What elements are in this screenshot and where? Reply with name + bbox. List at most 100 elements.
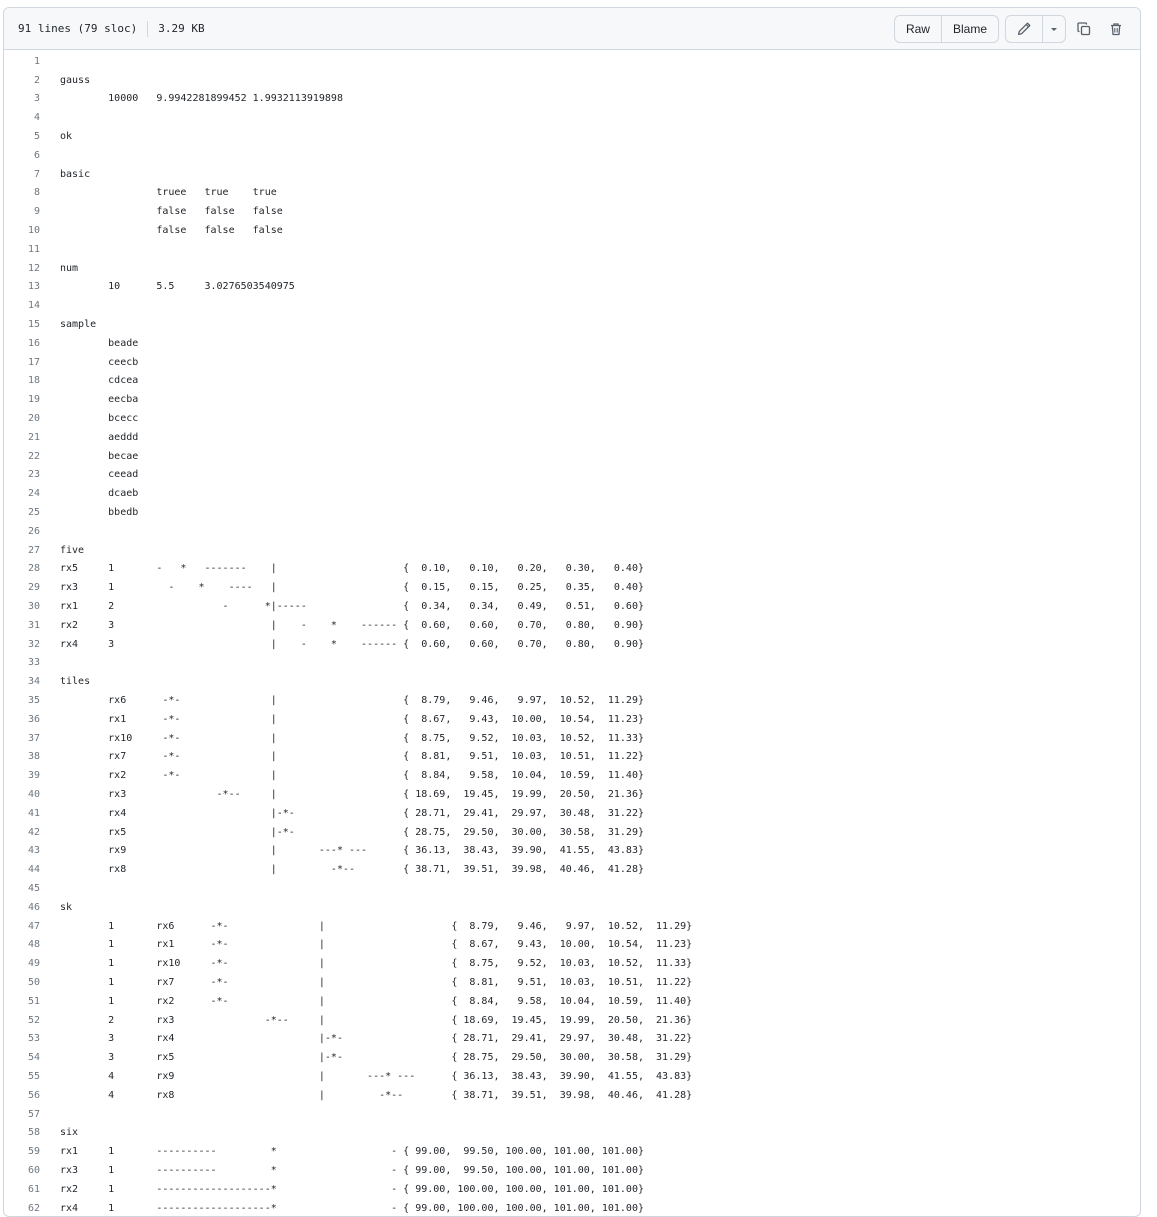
copy-button[interactable] xyxy=(1070,15,1098,43)
line-content: basic xyxy=(60,168,91,180)
line-content: dcaeb xyxy=(60,488,139,500)
line-number[interactable]: 36 xyxy=(4,714,40,725)
line-number[interactable]: 29 xyxy=(4,582,40,593)
line-number[interactable]: 18 xyxy=(4,375,40,386)
line-number[interactable]: 37 xyxy=(4,733,40,744)
code-line: 40 rx3 -*-- | { 18.69, 19.45, 19.99, 20.… xyxy=(4,785,1140,804)
line-number[interactable]: 20 xyxy=(4,413,40,424)
line-number[interactable]: 7 xyxy=(4,169,40,180)
line-number[interactable]: 23 xyxy=(4,469,40,480)
line-number[interactable]: 9 xyxy=(4,206,40,217)
meta-divider xyxy=(147,20,149,37)
line-number[interactable]: 26 xyxy=(4,526,40,537)
line-number[interactable]: 32 xyxy=(4,639,40,650)
line-content: eecba xyxy=(60,394,139,406)
line-number[interactable]: 16 xyxy=(4,338,40,349)
code-line: 20 bcecc xyxy=(4,409,1140,428)
line-number[interactable]: 42 xyxy=(4,827,40,838)
code-line: 48 1 rx1 -*- | { 8.67, 9.43, 10.00, 10.5… xyxy=(4,935,1140,954)
line-number[interactable]: 39 xyxy=(4,770,40,781)
line-number[interactable]: 27 xyxy=(4,545,40,556)
line-number[interactable]: 2 xyxy=(4,75,40,86)
line-number[interactable]: 38 xyxy=(4,751,40,762)
line-number[interactable]: 44 xyxy=(4,864,40,875)
line-number[interactable]: 17 xyxy=(4,357,40,368)
line-number[interactable]: 60 xyxy=(4,1165,40,1176)
code-line: 25 bbedb xyxy=(4,503,1140,522)
code-line: 36 rx1 -*- | { 8.67, 9.43, 10.00, 10.54,… xyxy=(4,710,1140,729)
line-number[interactable]: 62 xyxy=(4,1203,40,1214)
line-content: rx1 2 - *|----- { 0.34, 0.34, 0.49, 0.51… xyxy=(60,601,644,612)
line-number[interactable]: 51 xyxy=(4,996,40,1007)
code-line: 47 1 rx6 -*- | { 8.79, 9.46, 9.97, 10.52… xyxy=(4,917,1140,936)
line-number[interactable]: 57 xyxy=(4,1109,40,1120)
line-number[interactable]: 6 xyxy=(4,150,40,161)
line-number[interactable]: 12 xyxy=(4,263,40,274)
line-number[interactable]: 55 xyxy=(4,1071,40,1082)
line-number[interactable]: 46 xyxy=(4,902,40,913)
line-content: rx3 1 ---------- * - { 99.00, 99.50, 100… xyxy=(60,1164,644,1176)
line-number[interactable]: 14 xyxy=(4,300,40,311)
code-line: 11 xyxy=(4,240,1140,259)
line-number[interactable]: 34 xyxy=(4,676,40,687)
line-content: rx4 1 -------------------* - { 99.00, 10… xyxy=(60,1202,644,1214)
line-content: rx3 -*-- | { 18.69, 19.45, 19.99, 20.50,… xyxy=(60,788,644,800)
line-number[interactable]: 4 xyxy=(4,112,40,123)
line-number[interactable]: 8 xyxy=(4,187,40,198)
line-content: false false false xyxy=(60,206,283,218)
line-number[interactable]: 35 xyxy=(4,695,40,706)
line-number[interactable]: 47 xyxy=(4,921,40,932)
line-number[interactable]: 58 xyxy=(4,1127,40,1138)
line-number[interactable]: 43 xyxy=(4,845,40,856)
raw-button[interactable]: Raw xyxy=(895,16,941,42)
line-number[interactable]: 61 xyxy=(4,1184,40,1195)
line-number[interactable]: 19 xyxy=(4,394,40,405)
line-number[interactable]: 40 xyxy=(4,789,40,800)
line-number[interactable]: 56 xyxy=(4,1090,40,1101)
line-number[interactable]: 53 xyxy=(4,1033,40,1044)
line-number[interactable]: 5 xyxy=(4,131,40,142)
line-number[interactable]: 22 xyxy=(4,451,40,462)
line-number[interactable]: 52 xyxy=(4,1015,40,1026)
line-number[interactable]: 41 xyxy=(4,808,40,819)
code-line: 10 false false false xyxy=(4,221,1140,240)
line-number[interactable]: 3 xyxy=(4,93,40,104)
code-line: 5 ok xyxy=(4,127,1140,146)
line-number[interactable]: 54 xyxy=(4,1052,40,1063)
edit-button[interactable] xyxy=(1006,16,1042,42)
chevron-down-icon xyxy=(1049,24,1059,34)
line-number[interactable]: 25 xyxy=(4,507,40,518)
line-number[interactable]: 15 xyxy=(4,319,40,330)
code-line: 57 xyxy=(4,1105,1140,1124)
code-line: 52 2 rx3 -*-- | { 18.69, 19.45, 19.99, 2… xyxy=(4,1011,1140,1030)
file-size: 3.29 KB xyxy=(158,22,205,35)
code-line: 45 xyxy=(4,879,1140,898)
line-number[interactable]: 11 xyxy=(4,244,40,255)
line-count: 91 lines (79 sloc) xyxy=(18,22,138,35)
line-number[interactable]: 49 xyxy=(4,958,40,969)
line-number[interactable]: 45 xyxy=(4,883,40,894)
line-content: rx2 1 -------------------* - { 99.00, 10… xyxy=(60,1183,644,1195)
line-number[interactable]: 31 xyxy=(4,620,40,631)
code-line: 53 3 rx4 |-*- { 28.71, 29.41, 29.97, 30.… xyxy=(4,1029,1140,1048)
code-line: 35 rx6 -*- | { 8.79, 9.46, 9.97, 10.52, … xyxy=(4,691,1140,710)
line-number[interactable]: 33 xyxy=(4,657,40,668)
line-number[interactable]: 28 xyxy=(4,563,40,574)
line-number[interactable]: 48 xyxy=(4,939,40,950)
line-number[interactable]: 10 xyxy=(4,225,40,236)
line-number[interactable]: 59 xyxy=(4,1146,40,1157)
delete-button[interactable] xyxy=(1102,15,1130,43)
line-number[interactable]: 30 xyxy=(4,601,40,612)
line-number[interactable]: 13 xyxy=(4,281,40,292)
file-viewer: 91 lines (79 sloc) 3.29 KB Raw Blame 1 2… xyxy=(3,7,1141,1217)
edit-button-group xyxy=(1005,14,1066,43)
line-number[interactable]: 50 xyxy=(4,977,40,988)
line-number[interactable]: 1 xyxy=(4,56,40,67)
blame-button[interactable]: Blame xyxy=(940,15,998,42)
edit-dropdown-button[interactable] xyxy=(1042,15,1065,42)
line-number[interactable]: 24 xyxy=(4,488,40,499)
code-line: 15 sample xyxy=(4,315,1140,334)
line-content: num xyxy=(60,262,79,274)
line-number[interactable]: 21 xyxy=(4,432,40,443)
code-line: 44 rx8 | -*-- { 38.71, 39.51, 39.98, 40.… xyxy=(4,860,1140,879)
